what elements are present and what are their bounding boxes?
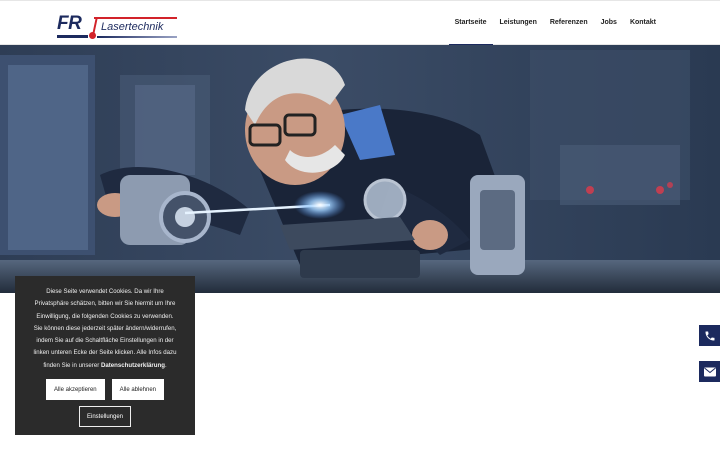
logo-red-dot [89,32,96,39]
site-header: FR Lasertechnik Startseite Leistungen Re… [0,0,720,46]
phone-icon [705,331,714,340]
nav-jobs[interactable]: Jobs [601,1,617,45]
hero-image [0,45,720,293]
logo-blue-line [57,35,88,38]
cookie-line: Diese Seite verwendet Cookies. Da wir Ih… [46,288,164,295]
cookie-message: Diese Seite verwendet Cookies. Da wir Ih… [23,286,187,372]
cookie-line: linken unteren Ecke der Seite klicken. A… [33,349,177,357]
logo[interactable]: FR Lasertechnik [57,11,177,41]
nav-kontakt[interactable]: Kontakt [630,1,656,45]
nav-leistungen[interactable]: Leistungen [500,1,537,45]
cookie-line: finden Sie in unserer [43,361,101,369]
cookie-line: indem Sie auf die Schaltfläche Einstellu… [36,337,174,345]
cookie-line-end: . [164,361,167,369]
page: FR Lasertechnik Startseite Leistungen Re… [0,0,720,450]
phone-button[interactable] [699,325,720,346]
logo-underline [97,36,177,38]
cookie-line: Einwilligung, die folgenden Cookies zu v… [36,312,174,320]
envelope-icon [703,367,716,376]
cookie-line: Privatsphäre schätzen, bitten wir Sie hi… [34,300,176,308]
cookie-banner: Diese Seite verwendet Cookies. Da wir Ih… [15,276,195,435]
main-nav: Startseite Leistungen Referenzen Jobs Ko… [448,1,656,46]
logo-brand: FR [57,13,82,34]
hero-illustration [0,45,720,293]
accept-all-button[interactable]: Alle akzeptieren [45,379,105,401]
privacy-policy-link[interactable]: Datenschutzerklärung [101,362,165,369]
nav-startseite[interactable]: Startseite [448,1,493,46]
cookie-line: Sie können diese jederzeit später ändern… [33,324,177,332]
logo-red-line [94,17,177,19]
reject-all-button[interactable]: Alle ablehnen [111,379,165,401]
cookie-settings-button[interactable]: Einstellungen [78,406,132,428]
logo-name: Lasertechnik [101,21,164,33]
cookie-actions: Alle akzeptieren Alle ablehnen [23,379,187,401]
mail-button[interactable] [699,361,720,382]
nav-referenzen[interactable]: Referenzen [550,1,588,45]
